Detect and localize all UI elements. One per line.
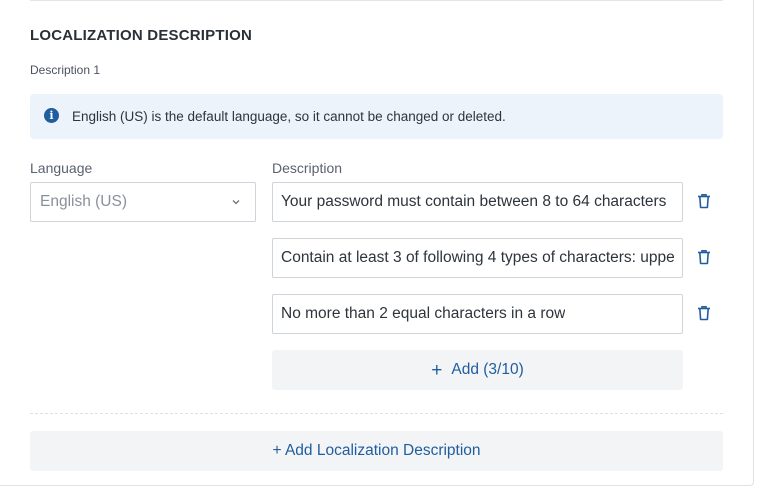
add-description-button[interactable]: + Add (3/10): [272, 350, 683, 390]
info-text: English (US) is the default language, so…: [72, 109, 506, 124]
info-icon: i: [44, 108, 59, 123]
chevron-down-icon: [232, 200, 240, 205]
description-input-3[interactable]: No more than 2 equal characters in a row: [272, 294, 683, 334]
trash-icon[interactable]: [695, 192, 713, 210]
dashed-divider: [30, 413, 723, 414]
top-divider: [30, 0, 723, 1]
description-input-1[interactable]: Your password must contain between 8 to …: [272, 182, 683, 222]
add-localization-label: + Add Localization Description: [272, 442, 481, 459]
language-select[interactable]: English (US): [30, 182, 256, 222]
trash-icon[interactable]: [695, 248, 713, 266]
description-input-3-value: No more than 2 equal characters in a row: [281, 305, 566, 322]
plus-icon: +: [431, 359, 443, 381]
add-localization-button[interactable]: + Add Localization Description: [30, 431, 723, 471]
description-input-2[interactable]: Contain at least 3 of following 4 types …: [272, 238, 683, 278]
description-input-1-value: Your password must contain between 8 to …: [281, 193, 667, 210]
add-description-label: Add (3/10): [451, 361, 524, 378]
info-banner: i English (US) is the default language, …: [30, 94, 723, 139]
section-title: LOCALIZATION DESCRIPTION: [30, 27, 253, 44]
description-input-2-value: Contain at least 3 of following 4 types …: [281, 249, 674, 266]
language-label: Language: [30, 160, 93, 176]
description-label: Description: [272, 160, 343, 176]
language-select-value: English (US): [40, 193, 127, 210]
description-subtitle: Description 1: [30, 63, 101, 77]
localization-card: LOCALIZATION DESCRIPTION Description 1 i…: [0, 0, 754, 486]
trash-icon[interactable]: [695, 304, 713, 322]
